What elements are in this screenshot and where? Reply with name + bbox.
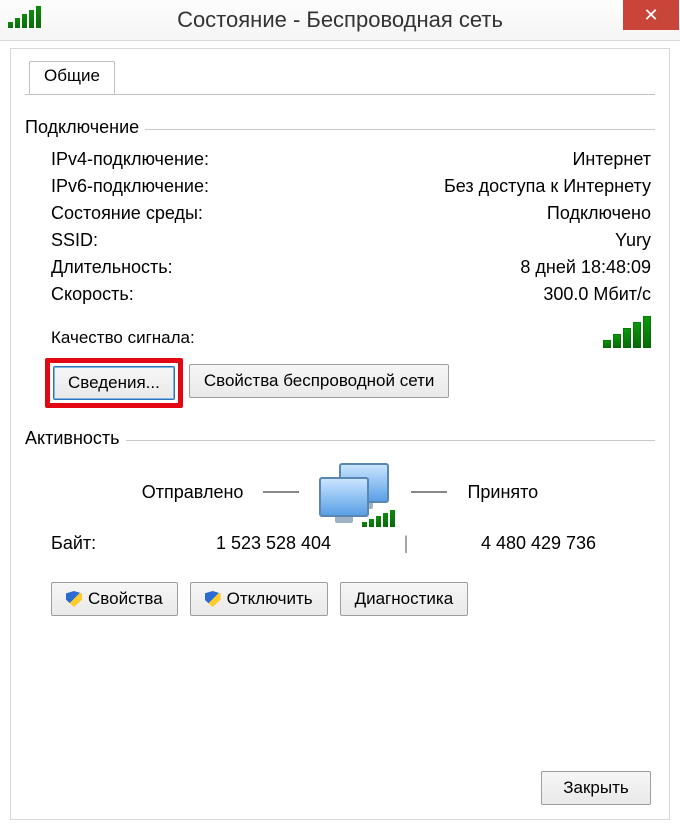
properties-button[interactable]: Свойства (51, 582, 178, 616)
shield-icon (66, 591, 82, 607)
disable-button[interactable]: Отключить (190, 582, 328, 616)
close-button[interactable]: Закрыть (541, 771, 651, 805)
signal-strength-icon (603, 316, 651, 348)
row-bytes: Байт: 1 523 528 404 | 4 480 429 736 (25, 529, 655, 554)
close-window-button[interactable]: ✕ (623, 0, 679, 30)
activity-signal-icon (362, 510, 395, 527)
titlebar[interactable]: Состояние - Беспроводная сеть ✕ (0, 0, 680, 41)
diagnose-button[interactable]: Диагностика (340, 582, 469, 616)
bytes-sent-value: 1 523 528 404 (161, 533, 386, 554)
row-duration: Длительность: 8 дней 18:48:09 (51, 254, 651, 281)
wifi-signal-icon (8, 6, 41, 33)
row-ipv4: IPv4-подключение: Интернет (51, 146, 651, 173)
client-area: Общие Подключение IPv4-подключение: Инте… (10, 48, 670, 820)
row-ipv6: IPv6-подключение: Без доступа к Интернет… (51, 173, 651, 200)
highlight-details: Сведения... (51, 364, 177, 402)
received-label: Принято (467, 482, 538, 503)
sent-label: Отправлено (142, 482, 244, 503)
row-speed: Скорость: 300.0 Мбит/с (51, 281, 651, 308)
row-signal-quality: Качество сигнала: (51, 308, 651, 354)
network-monitors-icon (319, 463, 391, 521)
group-connection: Подключение IPv4-подключение: Интернет I… (25, 117, 655, 402)
wireless-properties-button[interactable]: Свойства беспроводной сети (189, 364, 450, 398)
row-ssid: SSID: Yury (51, 227, 651, 254)
shield-icon (205, 591, 221, 607)
group-connection-legend: Подключение (25, 117, 145, 138)
details-button[interactable]: Сведения... (53, 366, 175, 400)
window: Состояние - Беспроводная сеть ✕ Общие По… (0, 0, 680, 830)
group-activity: Активность Отправлено (25, 428, 655, 616)
tab-underline (25, 94, 655, 95)
bytes-received-value: 4 480 429 736 (426, 533, 651, 554)
close-icon: ✕ (643, 5, 658, 26)
row-media-state: Состояние среды: Подключено (51, 200, 651, 227)
tabstrip: Общие (25, 61, 655, 95)
activity-diagram: Отправлено Принято (25, 463, 655, 521)
tab-general[interactable]: Общие (29, 61, 115, 94)
group-activity-legend: Активность (25, 428, 126, 449)
window-title: Состояние - Беспроводная сеть (0, 7, 680, 33)
